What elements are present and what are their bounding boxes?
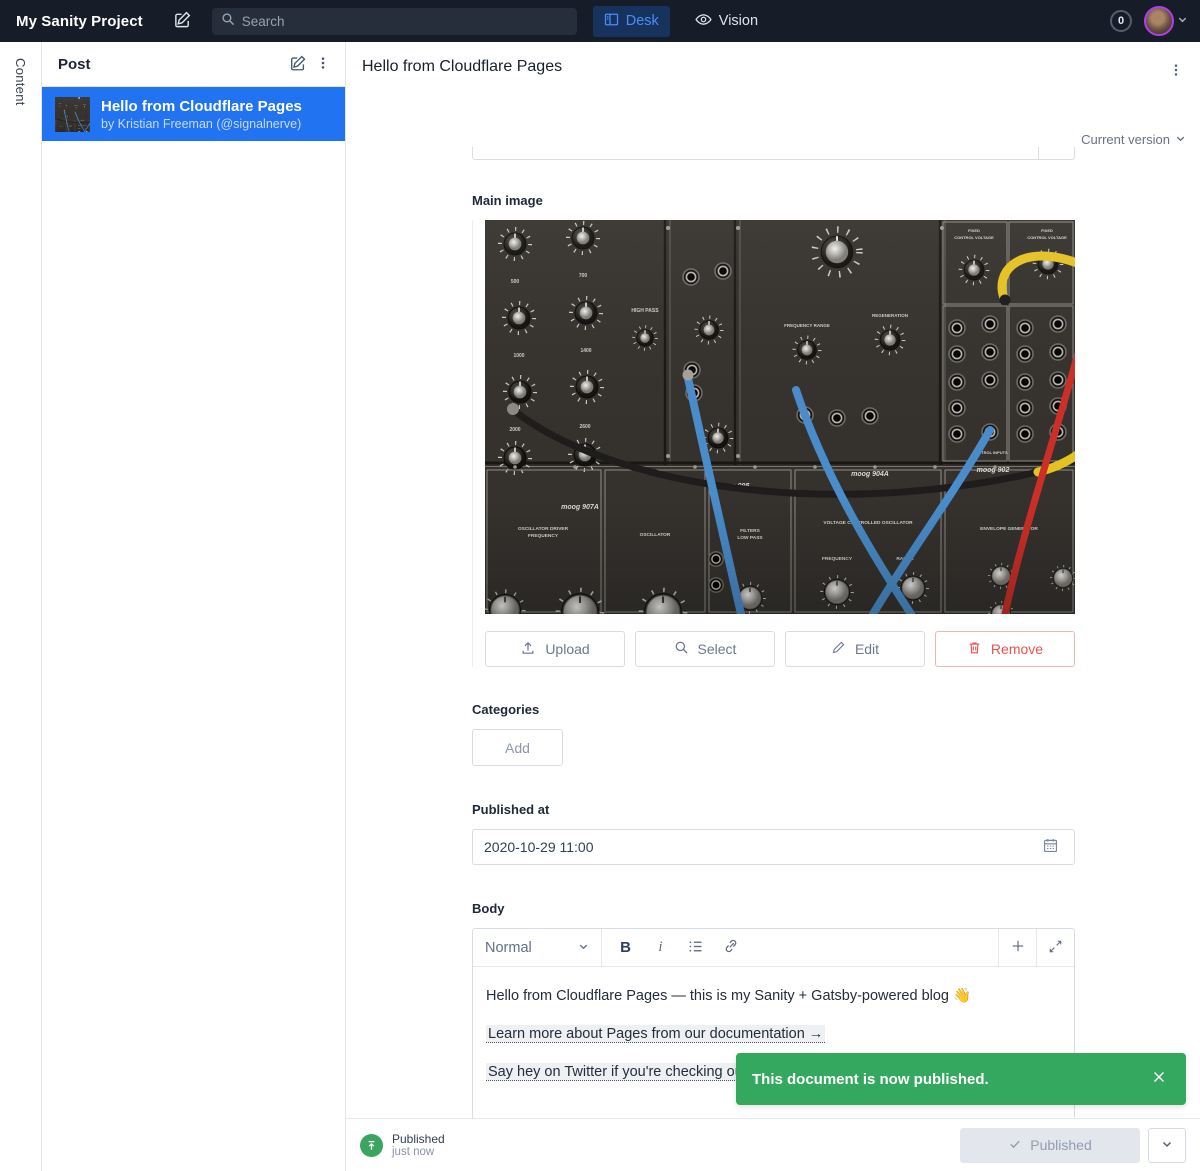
italic-button[interactable]: i <box>643 929 678 966</box>
desk-icon <box>604 12 619 31</box>
tab-vision-label: Vision <box>719 13 758 29</box>
chevron-down-icon <box>1177 12 1188 30</box>
document-header: Hello from Cloudflare Pages <box>346 42 1200 85</box>
publish-status-title: Published <box>392 1132 445 1146</box>
upload-icon <box>520 640 536 659</box>
toast-message: This document is now published. <box>752 1071 1146 1088</box>
expand-icon <box>1048 939 1063 957</box>
published-at-label: Published at <box>472 802 1075 817</box>
publish-button-label: Published <box>1030 1137 1092 1153</box>
document-title: Hello from Cloudflare Pages <box>362 58 1164 76</box>
list-item[interactable]: Hello from Cloudflare Pages by Kristian … <box>42 87 345 141</box>
toast-close-button[interactable] <box>1146 1064 1172 1094</box>
trash-icon <box>967 640 982 658</box>
check-icon <box>1008 1137 1022 1154</box>
fullscreen-button[interactable] <box>1036 929 1074 966</box>
list-item-subtitle: by Kristian Freeman (@signalnerve) <box>101 116 302 132</box>
remove-button[interactable]: Remove <box>935 631 1075 667</box>
main-image-label: Main image <box>472 193 1075 208</box>
publish-status-icon <box>360 1134 383 1157</box>
publish-button[interactable]: Published <box>960 1128 1140 1163</box>
upload-label: Upload <box>545 641 589 657</box>
project-title: My Sanity Project <box>16 13 143 30</box>
bold-button[interactable]: B <box>608 929 643 966</box>
slug-field-cutoff[interactable] <box>472 147 1075 160</box>
avatar[interactable] <box>1144 6 1174 36</box>
content-rail[interactable]: Content <box>0 42 42 1171</box>
list-item-thumbnail <box>55 97 90 132</box>
tab-desk[interactable]: Desk <box>593 6 670 37</box>
search-icon <box>221 12 235 31</box>
bullet-list-button[interactable] <box>678 929 713 966</box>
list-icon <box>687 938 704 958</box>
tab-vision[interactable]: Vision <box>684 5 769 38</box>
link-icon <box>723 938 739 957</box>
published-at-input[interactable] <box>484 839 1038 855</box>
dots-vertical-icon <box>1168 62 1184 81</box>
published-at-field <box>472 829 1075 865</box>
pencil-icon <box>831 640 846 658</box>
global-search[interactable] <box>212 8 577 35</box>
compose-icon <box>289 54 307 75</box>
eye-icon <box>695 11 712 32</box>
search-input[interactable] <box>242 14 568 29</box>
main-image-preview[interactable] <box>485 220 1075 614</box>
document-list-pane: Post <box>42 42 346 1171</box>
calendar-button[interactable] <box>1038 833 1063 861</box>
document-menu-button[interactable] <box>1164 58 1188 85</box>
document-form: Main image Upload <box>346 86 1200 1118</box>
compose-icon <box>173 10 192 32</box>
create-post-button[interactable] <box>285 50 311 79</box>
categories-label: Categories <box>472 702 1075 717</box>
remove-label: Remove <box>991 641 1043 657</box>
add-category-button[interactable]: Add <box>472 729 563 766</box>
list-pane-header: Post <box>42 42 345 87</box>
publish-toast: This document is now published. <box>736 1053 1186 1105</box>
insert-block-button[interactable] <box>998 929 1036 966</box>
search-icon <box>674 640 689 658</box>
upload-button[interactable]: Upload <box>485 631 625 667</box>
calendar-icon <box>1042 837 1059 857</box>
top-navbar: My Sanity Project Desk <box>0 0 1200 42</box>
chevron-down-icon <box>1161 1138 1173 1153</box>
new-document-button[interactable] <box>169 6 196 36</box>
block-style-select[interactable]: Normal <box>473 929 602 966</box>
close-icon <box>1150 1068 1168 1090</box>
select-label: Select <box>698 641 737 657</box>
body-link[interactable]: Learn more about Pages from our document… <box>486 1025 825 1043</box>
publish-status-time: just now <box>392 1146 445 1159</box>
link-button[interactable] <box>713 929 748 966</box>
list-pane-menu-button[interactable] <box>311 51 335 78</box>
content-rail-label: Content <box>13 58 28 1171</box>
list-item-title: Hello from Cloudflare Pages <box>101 97 302 116</box>
notifications-badge[interactable]: 0 <box>1110 10 1132 32</box>
document-editor-pane: Hello from Cloudflare Pages Current vers… <box>346 42 1200 1171</box>
chevron-down-icon <box>578 940 589 956</box>
tab-desk-label: Desk <box>626 13 659 29</box>
select-button[interactable]: Select <box>635 631 775 667</box>
edit-button[interactable]: Edit <box>785 631 925 667</box>
edit-label: Edit <box>855 641 879 657</box>
plus-icon <box>1010 938 1026 957</box>
publish-menu-button[interactable] <box>1148 1128 1186 1163</box>
editor-toolbar: Normal B i <box>473 929 1074 967</box>
body-paragraph: Hello from Cloudflare Pages — this is my… <box>486 986 1061 1007</box>
main-image-field: Upload Select <box>472 220 1075 667</box>
list-pane-title: Post <box>58 56 285 73</box>
publish-status[interactable]: Published just now <box>360 1132 445 1159</box>
body-label: Body <box>472 901 1075 916</box>
block-style-value: Normal <box>485 940 532 956</box>
user-menu[interactable] <box>1144 6 1188 36</box>
dots-vertical-icon <box>315 55 331 74</box>
document-footer: Published just now Published <box>346 1118 1200 1171</box>
